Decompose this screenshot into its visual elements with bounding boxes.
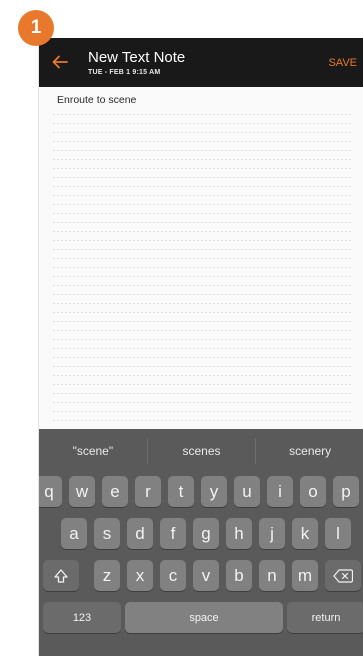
key-f[interactable]: f <box>160 518 186 549</box>
key-n[interactable]: n <box>259 560 285 591</box>
app-header: New Text Note TUE - FEB 1 9:15 AM SAVE <box>39 38 363 87</box>
note-editor[interactable]: Enroute to scene <box>39 87 363 467</box>
key-t[interactable]: t <box>168 476 194 507</box>
ruled-lines <box>51 106 352 467</box>
note-text[interactable]: Enroute to scene <box>57 94 136 106</box>
key-x[interactable]: x <box>127 560 153 591</box>
key-s[interactable]: s <box>94 518 120 549</box>
key-i[interactable]: i <box>267 476 293 507</box>
key-y[interactable]: y <box>201 476 227 507</box>
backspace-key[interactable] <box>325 560 361 591</box>
suggestion-scenery[interactable]: scenery <box>256 429 363 473</box>
key-m[interactable]: m <box>292 560 318 591</box>
key-k[interactable]: k <box>292 518 318 549</box>
shift-key[interactable] <box>43 560 79 591</box>
key-w[interactable]: w <box>69 476 95 507</box>
key-e[interactable]: e <box>102 476 128 507</box>
suggestion-scene-quoted[interactable]: "scene" <box>39 429 147 473</box>
key-h[interactable]: h <box>226 518 252 549</box>
key-r[interactable]: r <box>135 476 161 507</box>
note-timestamp: TUE - FEB 1 9:15 AM <box>88 69 161 76</box>
key-z[interactable]: z <box>94 560 120 591</box>
key-l[interactable]: l <box>325 518 351 549</box>
save-button[interactable]: SAVE <box>328 57 357 69</box>
phone-screen: New Text Note TUE - FEB 1 9:15 AM SAVE E… <box>38 38 363 656</box>
space-key[interactable]: space <box>125 602 283 633</box>
keyboard: "scene" scenes scenery q w e r t y u i o… <box>39 429 363 656</box>
backspace-icon <box>333 568 353 583</box>
return-key[interactable]: return <box>287 602 363 633</box>
key-o[interactable]: o <box>300 476 326 507</box>
key-p[interactable]: p <box>333 476 359 507</box>
key-j[interactable]: j <box>259 518 285 549</box>
arrow-left-icon <box>52 55 68 69</box>
shift-icon <box>54 568 68 583</box>
page-title: New Text Note <box>88 49 186 66</box>
key-u[interactable]: u <box>234 476 260 507</box>
suggestion-scenes[interactable]: scenes <box>148 429 256 473</box>
key-q[interactable]: q <box>39 476 62 507</box>
key-g[interactable]: g <box>193 518 219 549</box>
key-c[interactable]: c <box>160 560 186 591</box>
suggestion-bar: "scene" scenes scenery <box>39 429 363 473</box>
numbers-key[interactable]: 123 <box>43 602 121 633</box>
step-number-badge: 1 <box>18 10 54 46</box>
back-button[interactable] <box>47 50 73 74</box>
key-b[interactable]: b <box>226 560 252 591</box>
key-v[interactable]: v <box>193 560 219 591</box>
key-d[interactable]: d <box>127 518 153 549</box>
key-a[interactable]: a <box>61 518 87 549</box>
